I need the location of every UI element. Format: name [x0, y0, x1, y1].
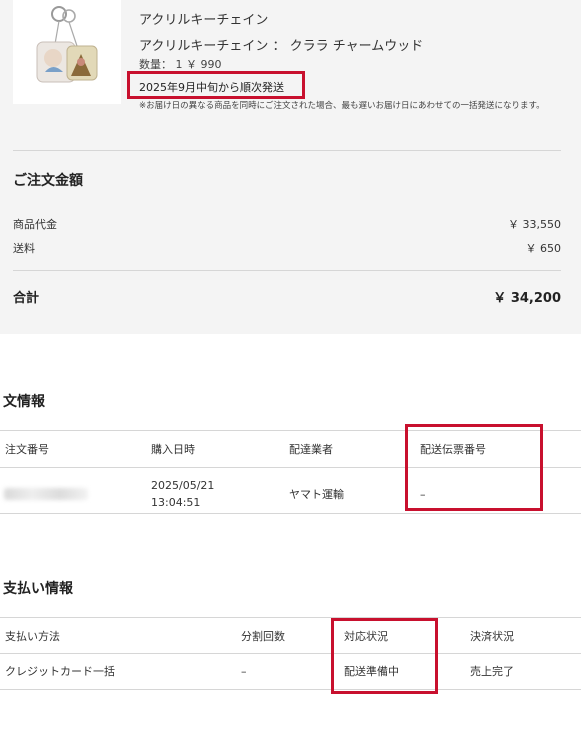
divider	[13, 150, 561, 151]
purchase-time-value: 13:04:51	[151, 496, 201, 509]
order-number-header: 注文番号	[5, 443, 49, 456]
installments-value: –	[241, 665, 247, 678]
product-thumbnail[interactable]	[13, 0, 121, 104]
carrier-value: ヤマト運輸	[289, 488, 344, 501]
divider	[13, 270, 561, 271]
payment-status-header: 決済状況	[470, 630, 514, 643]
order-amount-title: ご注文金額	[13, 173, 83, 189]
table-divider	[0, 689, 581, 690]
table-divider	[0, 513, 581, 514]
table-divider	[0, 617, 581, 618]
product-variant: アクリルキーチェイン ： クララ チャームウッド	[139, 39, 424, 54]
table-divider	[0, 653, 581, 654]
payment-info-title: 支払い情報	[3, 581, 73, 597]
carrier-header: 配達業者	[289, 443, 333, 456]
payment-method-header: 支払い方法	[5, 630, 60, 643]
product-name[interactable]: アクリルキーチェイン	[139, 9, 268, 28]
shipping-fee-label: 送料	[13, 242, 35, 255]
total-label: 合計	[13, 291, 40, 306]
subtotal-label: 商品代金	[13, 218, 57, 231]
tracking-number-highlight	[405, 424, 543, 511]
order-item-panel: アクリルキーチェイン アクリルキーチェイン ： クララ チャームウッド 数量： …	[0, 0, 581, 334]
shipping-schedule-highlight	[127, 71, 305, 99]
shipping-notice: ※お届け日の異なる商品を同時にご注文された場合、最も遅いお届け日にあわせての一括…	[139, 101, 545, 111]
payment-status-value: 売上完了	[470, 665, 514, 678]
product-quantity-price: 数量： 1 ￥ 990	[139, 58, 222, 71]
purchase-date-header: 購入日時	[151, 443, 195, 456]
payment-method-value: クレジットカード一括	[5, 665, 115, 678]
installments-header: 分割回数	[241, 630, 285, 643]
order-number-value-redacted	[4, 488, 88, 500]
subtotal-value: ￥ 33,550	[508, 218, 561, 231]
purchase-date-value: 2025/05/21	[151, 479, 215, 492]
shipping-fee-value: ￥ 650	[525, 242, 562, 255]
total-value: ￥ 34,200	[493, 291, 561, 306]
order-status-highlight	[331, 618, 438, 694]
order-info-title: 文情報	[3, 394, 45, 410]
